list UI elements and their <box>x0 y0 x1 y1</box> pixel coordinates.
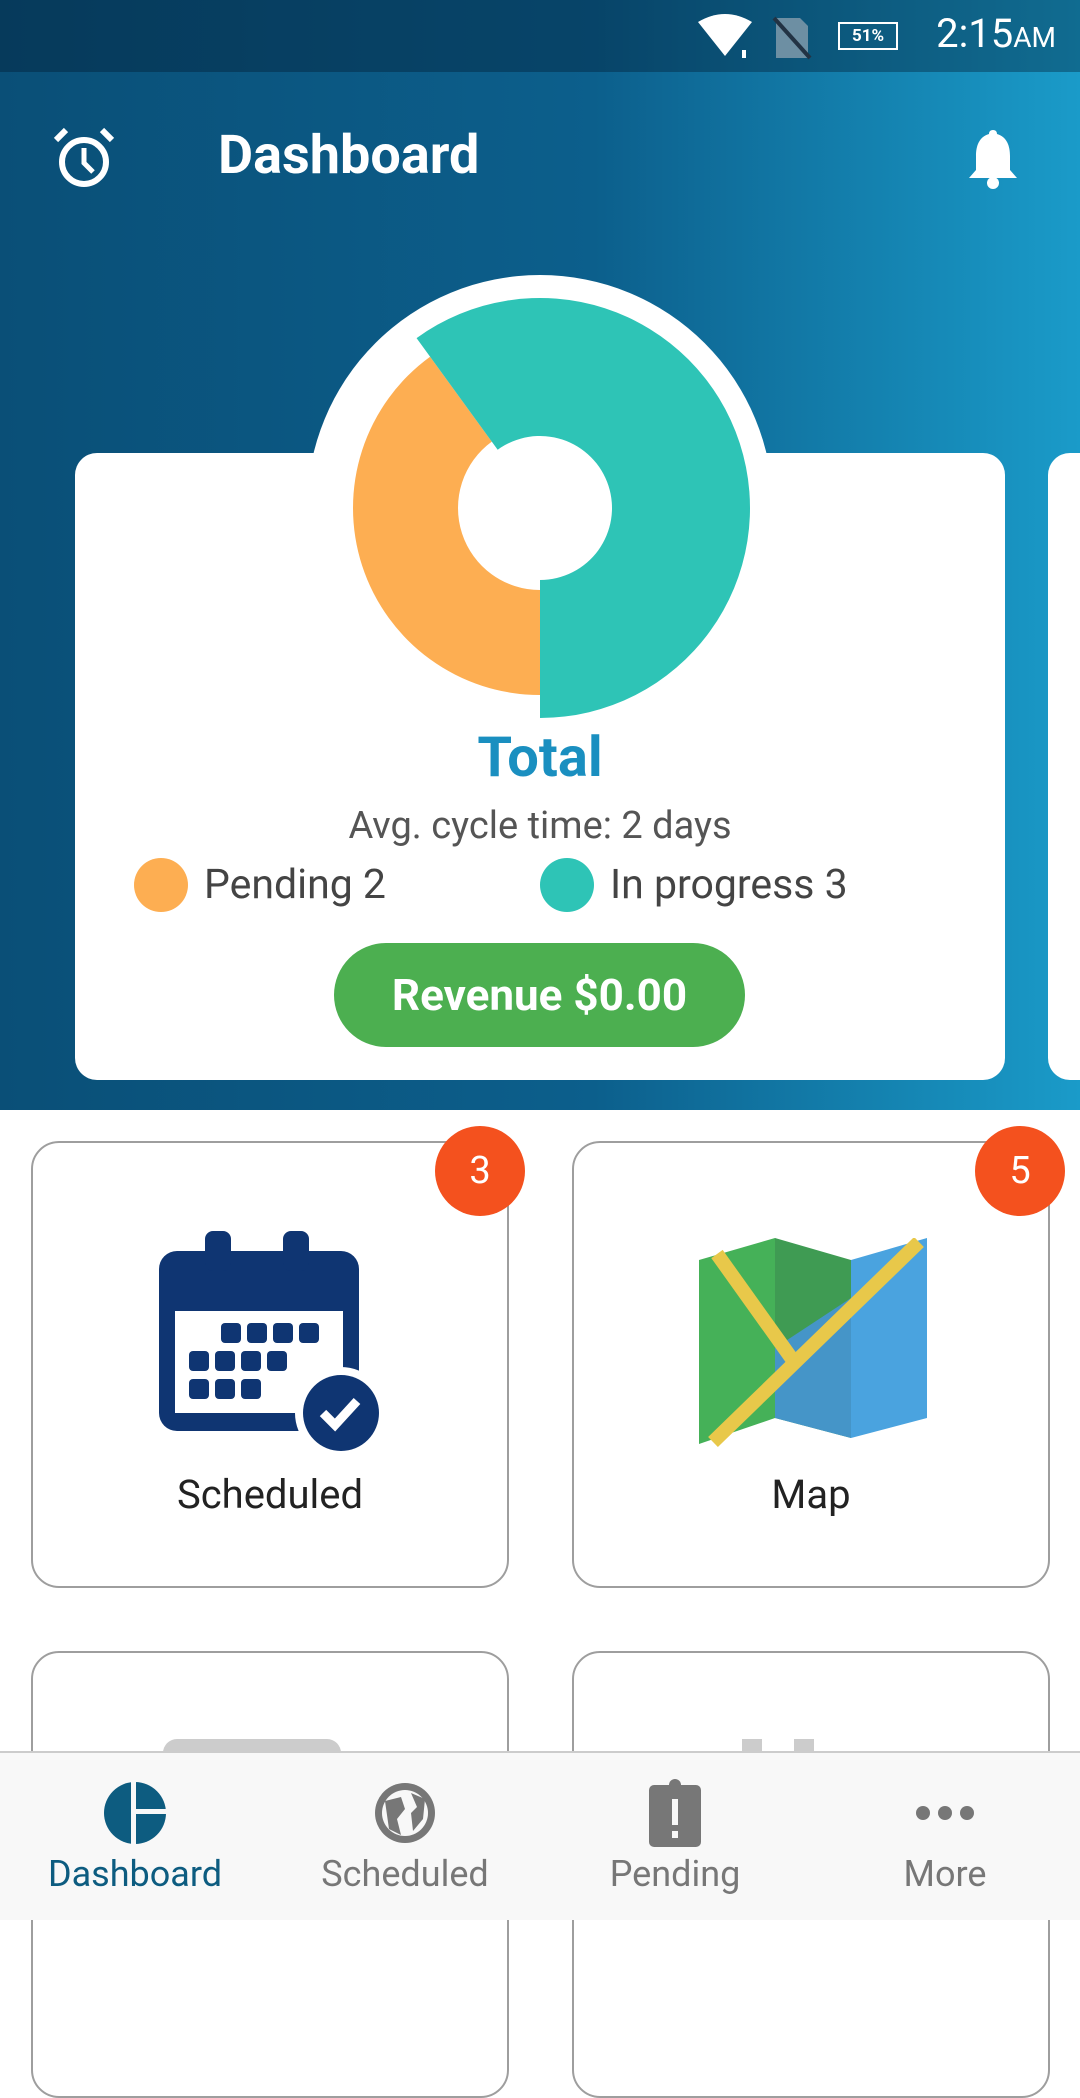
summary-title: Total <box>477 724 603 790</box>
status-bar: 51% 2:15AM <box>0 0 1080 72</box>
scheduled-count-badge: 3 <box>435 1126 525 1216</box>
bottom-nav: Dashboard Scheduled Pending More <box>0 1751 1080 1920</box>
nav-pending[interactable]: Pending <box>540 1753 810 1920</box>
legend-dot-pending <box>134 858 188 912</box>
no-sim-icon <box>772 16 812 60</box>
clock: 2:15AM <box>936 10 1056 57</box>
nav-label: Scheduled <box>321 1853 489 1895</box>
legend-label: Pending 2 <box>204 861 386 909</box>
calendar-check-icon <box>159 1231 385 1457</box>
dashboard-header-panel: 51% 2:15AM Dashboard Total Avg. cycle ti… <box>0 0 1080 1110</box>
status-donut-chart <box>353 298 750 718</box>
page-title: Dashboard <box>218 124 480 187</box>
tile-label: Scheduled <box>176 1471 364 1518</box>
map-count-badge: 5 <box>975 1126 1065 1216</box>
nav-more[interactable]: More <box>810 1753 1080 1920</box>
nav-label: More <box>903 1853 987 1895</box>
map-icon <box>699 1238 927 1448</box>
clock-time: 2:15 <box>936 10 1014 57</box>
bell-icon[interactable] <box>966 126 1020 190</box>
legend-label: In progress 3 <box>610 861 848 909</box>
more-dots-icon <box>916 1806 974 1820</box>
nav-label: Dashboard <box>47 1853 223 1895</box>
tile-scheduled[interactable]: Scheduled <box>31 1141 509 1588</box>
nav-label: Pending <box>609 1853 741 1895</box>
tile-label: Map <box>771 1471 851 1518</box>
avg-cycle-time: Avg. cycle time: 2 days <box>348 804 732 848</box>
legend-in-progress: In progress 3 <box>540 858 848 912</box>
legend-pending: Pending 2 <box>134 858 386 912</box>
wifi-icon <box>698 14 752 58</box>
revenue-button[interactable]: Revenue $0.00 <box>334 943 745 1047</box>
clipboard-alert-icon <box>649 1779 701 1847</box>
nav-dashboard[interactable]: Dashboard <box>0 1753 270 1920</box>
globe-icon <box>375 1783 435 1843</box>
dashboard-pie-icon <box>104 1779 169 1847</box>
legend-dot-in-progress <box>540 858 594 912</box>
tile-map[interactable]: Map <box>572 1141 1050 1588</box>
battery-indicator: 51% <box>838 22 898 50</box>
alarm-clock-icon[interactable] <box>52 126 116 190</box>
nav-scheduled[interactable]: Scheduled <box>270 1753 540 1920</box>
clock-ampm: AM <box>1013 21 1056 54</box>
